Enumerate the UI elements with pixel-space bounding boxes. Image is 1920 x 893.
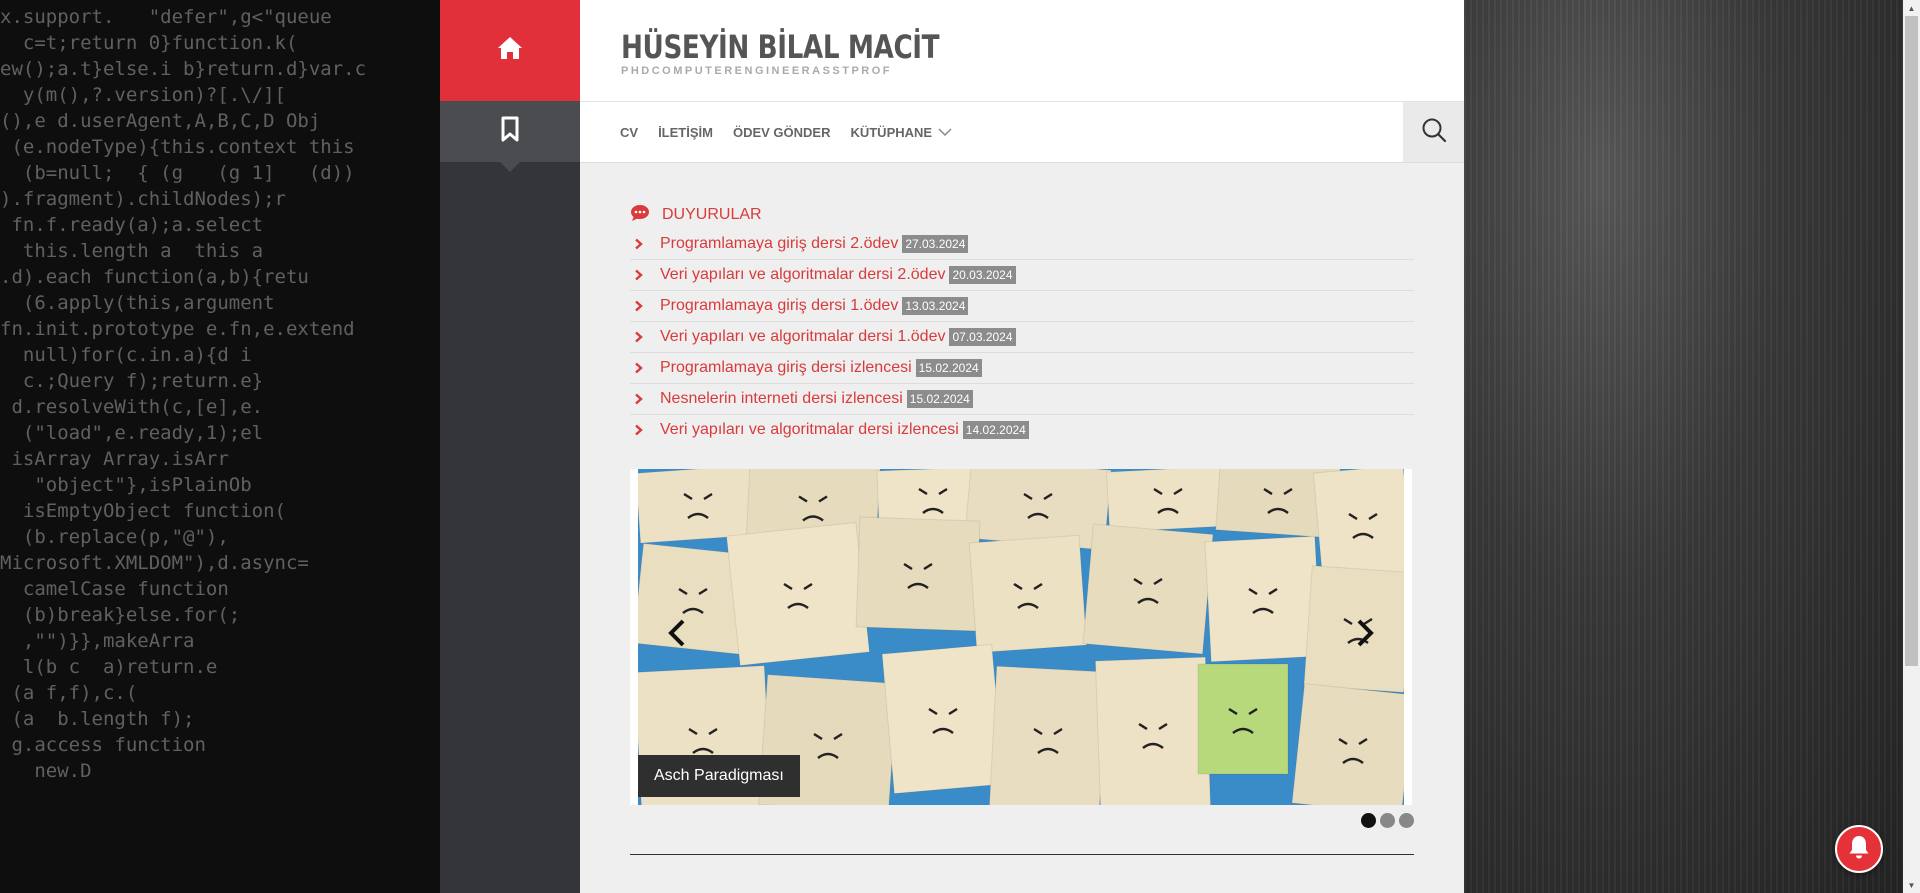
chat-bubble-icon bbox=[630, 204, 650, 227]
chevron-right-icon bbox=[1356, 619, 1374, 652]
main-menu: CV İLETİŞİM ÖDEV GÖNDER KÜTÜPHANE bbox=[620, 125, 972, 140]
announcement-link[interactable]: Programlamaya giriş dersi 1.ödev bbox=[660, 297, 898, 315]
announcement-link[interactable]: Programlamaya giriş dersi izlencesi bbox=[660, 359, 912, 377]
scrollbar-thumb[interactable] bbox=[1905, 16, 1918, 666]
scroll-down-icon[interactable]: ▼ bbox=[1903, 877, 1920, 893]
scroll-up-icon[interactable]: ▲ bbox=[1903, 0, 1920, 16]
announcement-item: Veri yapıları ve algoritmalar dersi 1.öd… bbox=[630, 322, 1414, 353]
side-navigation bbox=[440, 0, 580, 893]
chevron-right-icon bbox=[630, 362, 660, 374]
chevron-right-icon bbox=[630, 424, 660, 436]
announcement-link[interactable]: Programlamaya giriş dersi 2.ödev bbox=[660, 235, 898, 253]
bookmark-button[interactable] bbox=[440, 101, 580, 172]
bell-icon bbox=[1847, 834, 1871, 865]
announcement-item: Programlamaya giriş dersi 1.ödev 13.03.20… bbox=[630, 291, 1414, 322]
announcement-date: 27.03.2024 bbox=[902, 235, 969, 253]
chevron-right-icon bbox=[630, 300, 660, 312]
home-icon bbox=[496, 35, 524, 66]
chevron-right-icon bbox=[630, 331, 660, 343]
chevron-right-icon bbox=[630, 238, 660, 250]
site-header: HÜSEYİN BİLAL MACİT PHDCOMPUTERENGINEERA… bbox=[580, 0, 1464, 102]
search-button[interactable] bbox=[1403, 102, 1464, 162]
bookmark-icon bbox=[500, 116, 520, 147]
announcement-date: 20.03.2024 bbox=[949, 266, 1016, 284]
announcement-link[interactable]: Veri yapıları ve algoritmalar dersi 2.öd… bbox=[660, 266, 945, 284]
nav-item-label: KÜTÜPHANE bbox=[850, 124, 933, 140]
site-tagline: PHDCOMPUTERENGINEERASSTPROF bbox=[621, 65, 893, 77]
page-body: DUYURULAR Programlamaya giriş dersi 2.öd… bbox=[580, 163, 1464, 855]
announcement-link[interactable]: Nesnelerin interneti dersi izlencesi bbox=[660, 390, 903, 408]
announcements-title[interactable]: DUYURULAR bbox=[662, 206, 762, 224]
top-navbar: CV İLETİŞİM ÖDEV GÖNDER KÜTÜPHANE bbox=[580, 102, 1464, 163]
background-texture-right bbox=[1464, 0, 1920, 893]
background-code-texture: x.support. "defer",g<"queue c=t;return 0… bbox=[0, 0, 440, 893]
nav-item-cv[interactable]: CV bbox=[620, 125, 638, 140]
chevron-right-icon bbox=[630, 269, 660, 281]
main-content: HÜSEYİN BİLAL MACİT PHDCOMPUTERENGINEERA… bbox=[580, 0, 1464, 893]
slider-dot[interactable] bbox=[1399, 813, 1414, 828]
search-icon bbox=[1421, 117, 1447, 148]
home-button[interactable] bbox=[440, 0, 580, 101]
nav-item-iletisim[interactable]: İLETİŞİM bbox=[658, 125, 713, 140]
notification-bell-button[interactable] bbox=[1835, 825, 1883, 873]
slider-prev-button[interactable] bbox=[662, 617, 692, 653]
nav-item-label: İLETİŞİM bbox=[658, 124, 713, 140]
announcement-date: 15.02.2024 bbox=[915, 359, 982, 377]
chevron-left-icon bbox=[668, 619, 686, 652]
announcement-item: Programlamaya giriş dersi 2.ödev 27.03.20… bbox=[630, 229, 1414, 260]
announcement-link[interactable]: Veri yapıları ve algoritmalar dersi 1.öd… bbox=[660, 328, 945, 346]
nav-item-label: ÖDEV GÖNDER bbox=[732, 124, 831, 140]
background-code-text: x.support. "defer",g<"queue c=t;return 0… bbox=[0, 6, 367, 782]
chevron-right-icon bbox=[630, 393, 660, 405]
announcement-date: 15.02.2024 bbox=[906, 390, 973, 408]
announcement-date: 13.03.2024 bbox=[902, 297, 969, 315]
slider-next-button[interactable] bbox=[1350, 617, 1380, 653]
announcement-link[interactable]: Veri yapıları ve algoritmalar dersi izle… bbox=[660, 421, 959, 439]
nav-item-kutuphane[interactable]: KÜTÜPHANE bbox=[850, 125, 952, 140]
announcement-list: Programlamaya giriş dersi 2.ödev 27.03.20… bbox=[630, 229, 1414, 445]
nav-item-label: CV bbox=[620, 124, 639, 140]
slider-dot[interactable] bbox=[1361, 813, 1376, 828]
page-scrollbar[interactable]: ▲ ▼ bbox=[1903, 0, 1920, 893]
announcement-item: Nesnelerin interneti dersi izlencesi 15.0… bbox=[630, 384, 1414, 415]
chevron-down-icon bbox=[938, 125, 952, 140]
slide-caption[interactable]: Asch Paradigması bbox=[638, 755, 800, 797]
announcement-date: 07.03.2024 bbox=[949, 328, 1016, 346]
announcement-item: Veri yapıları ve algoritmalar dersi izle… bbox=[630, 415, 1414, 445]
section-divider bbox=[630, 854, 1414, 855]
slider-pagination bbox=[630, 813, 1414, 828]
image-slider: Asch Paradigması bbox=[630, 469, 1412, 805]
announcements-heading: DUYURULAR bbox=[630, 203, 1414, 227]
nav-item-odev-gonder[interactable]: ÖDEV GÖNDER bbox=[733, 125, 831, 140]
announcement-item: Veri yapıları ve algoritmalar dersi 2.öd… bbox=[630, 260, 1414, 291]
announcement-date: 14.02.2024 bbox=[962, 421, 1029, 439]
announcement-item: Programlamaya giriş dersi izlencesi 15.02… bbox=[630, 353, 1414, 384]
site-title[interactable]: HÜSEYİN BİLAL MACİT bbox=[621, 28, 940, 66]
slider-dot[interactable] bbox=[1380, 813, 1395, 828]
